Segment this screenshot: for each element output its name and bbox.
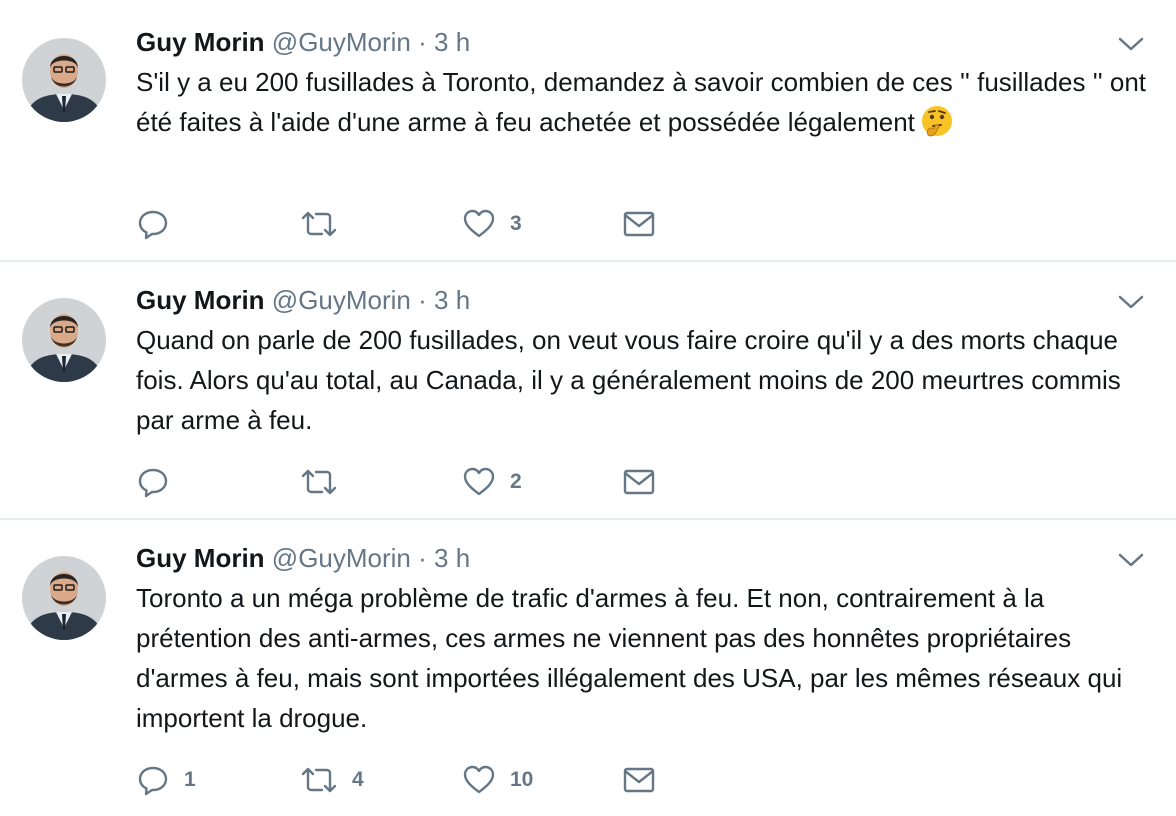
like-button[interactable]: 10 — [462, 760, 533, 800]
heart-icon — [463, 209, 495, 238]
reply-icon — [138, 210, 168, 240]
tweet-3[interactable]: Guy Morin @GuyMorin · 3 h Toronto a un m… — [0, 520, 1176, 816]
author-name[interactable]: Guy Morin — [136, 285, 265, 315]
chevron-down-icon[interactable] — [1118, 36, 1144, 52]
like-count: 3 — [510, 212, 522, 235]
tweet-text: S'il y a eu 200 fusillades à Toronto, de… — [136, 67, 1147, 137]
reply-button[interactable]: 1 — [136, 760, 196, 800]
envelope-icon — [623, 211, 655, 237]
like-count: 10 — [510, 768, 534, 791]
avatar-photo-icon — [22, 556, 106, 640]
tweet-header: Guy Morin @GuyMorin · 3 h — [136, 26, 470, 58]
tweet-text: Quand on parle de 200 fusillades, on veu… — [136, 325, 1121, 435]
tweet-text-block: Quand on parle de 200 fusillades, on veu… — [136, 320, 1156, 440]
chevron-down-icon[interactable] — [1118, 294, 1144, 310]
retweet-count: 4 — [352, 768, 364, 791]
direct-message-button[interactable] — [622, 760, 656, 800]
retweet-button[interactable] — [300, 462, 352, 502]
separator-dot: · — [418, 27, 427, 57]
author-handle[interactable]: @GuyMorin — [272, 27, 411, 57]
heart-icon — [463, 467, 495, 496]
tweet-text-block: S'il y a eu 200 fusillades à Toronto, de… — [136, 62, 1156, 148]
retweet-icon — [301, 767, 337, 793]
tweet-1[interactable]: Guy Morin @GuyMorin · 3 h S'il y a eu 20… — [0, 0, 1176, 262]
timestamp[interactable]: 3 h — [434, 543, 470, 573]
timestamp[interactable]: 3 h — [434, 285, 470, 315]
avatar-photo-icon — [22, 38, 106, 122]
author-handle[interactable]: @GuyMorin — [272, 543, 411, 573]
envelope-icon — [623, 767, 655, 793]
retweet-button[interactable]: 4 — [300, 760, 364, 800]
author-name[interactable]: Guy Morin — [136, 27, 265, 57]
avatar[interactable] — [22, 298, 106, 382]
thinking-face-icon — [921, 105, 953, 148]
avatar-photo-icon — [22, 298, 106, 382]
separator-dot: · — [418, 285, 427, 315]
retweet-icon — [301, 211, 337, 237]
timestamp[interactable]: 3 h — [434, 27, 470, 57]
heart-icon — [463, 765, 495, 794]
reply-icon — [138, 766, 168, 796]
tweet-2[interactable]: Guy Morin @GuyMorin · 3 h Quand on parle… — [0, 262, 1176, 520]
envelope-icon — [623, 469, 655, 495]
retweet-button[interactable] — [300, 204, 352, 244]
tweet-text: Toronto a un méga problème de trafic d'a… — [136, 583, 1123, 733]
retweet-icon — [301, 469, 337, 495]
direct-message-button[interactable] — [622, 204, 656, 244]
separator-dot: · — [418, 543, 427, 573]
tweet-text-block: Toronto a un méga problème de trafic d'a… — [136, 578, 1156, 738]
tweet-actions: 1 4 10 — [136, 760, 696, 800]
like-button[interactable]: 2 — [462, 462, 522, 502]
chevron-down-icon[interactable] — [1118, 552, 1144, 568]
reply-button[interactable] — [136, 462, 184, 502]
author-name[interactable]: Guy Morin — [136, 543, 265, 573]
reply-icon — [138, 468, 168, 498]
like-button[interactable]: 3 — [462, 204, 522, 244]
tweet-header: Guy Morin @GuyMorin · 3 h — [136, 542, 470, 574]
tweet-actions: 3 — [136, 204, 696, 244]
like-count: 2 — [510, 470, 522, 493]
direct-message-button[interactable] — [622, 462, 656, 502]
author-handle[interactable]: @GuyMorin — [272, 285, 411, 315]
reply-button[interactable] — [136, 204, 184, 244]
tweet-actions: 2 — [136, 462, 696, 502]
tweet-header: Guy Morin @GuyMorin · 3 h — [136, 284, 470, 316]
avatar[interactable] — [22, 38, 106, 122]
reply-count: 1 — [184, 768, 196, 791]
avatar[interactable] — [22, 556, 106, 640]
